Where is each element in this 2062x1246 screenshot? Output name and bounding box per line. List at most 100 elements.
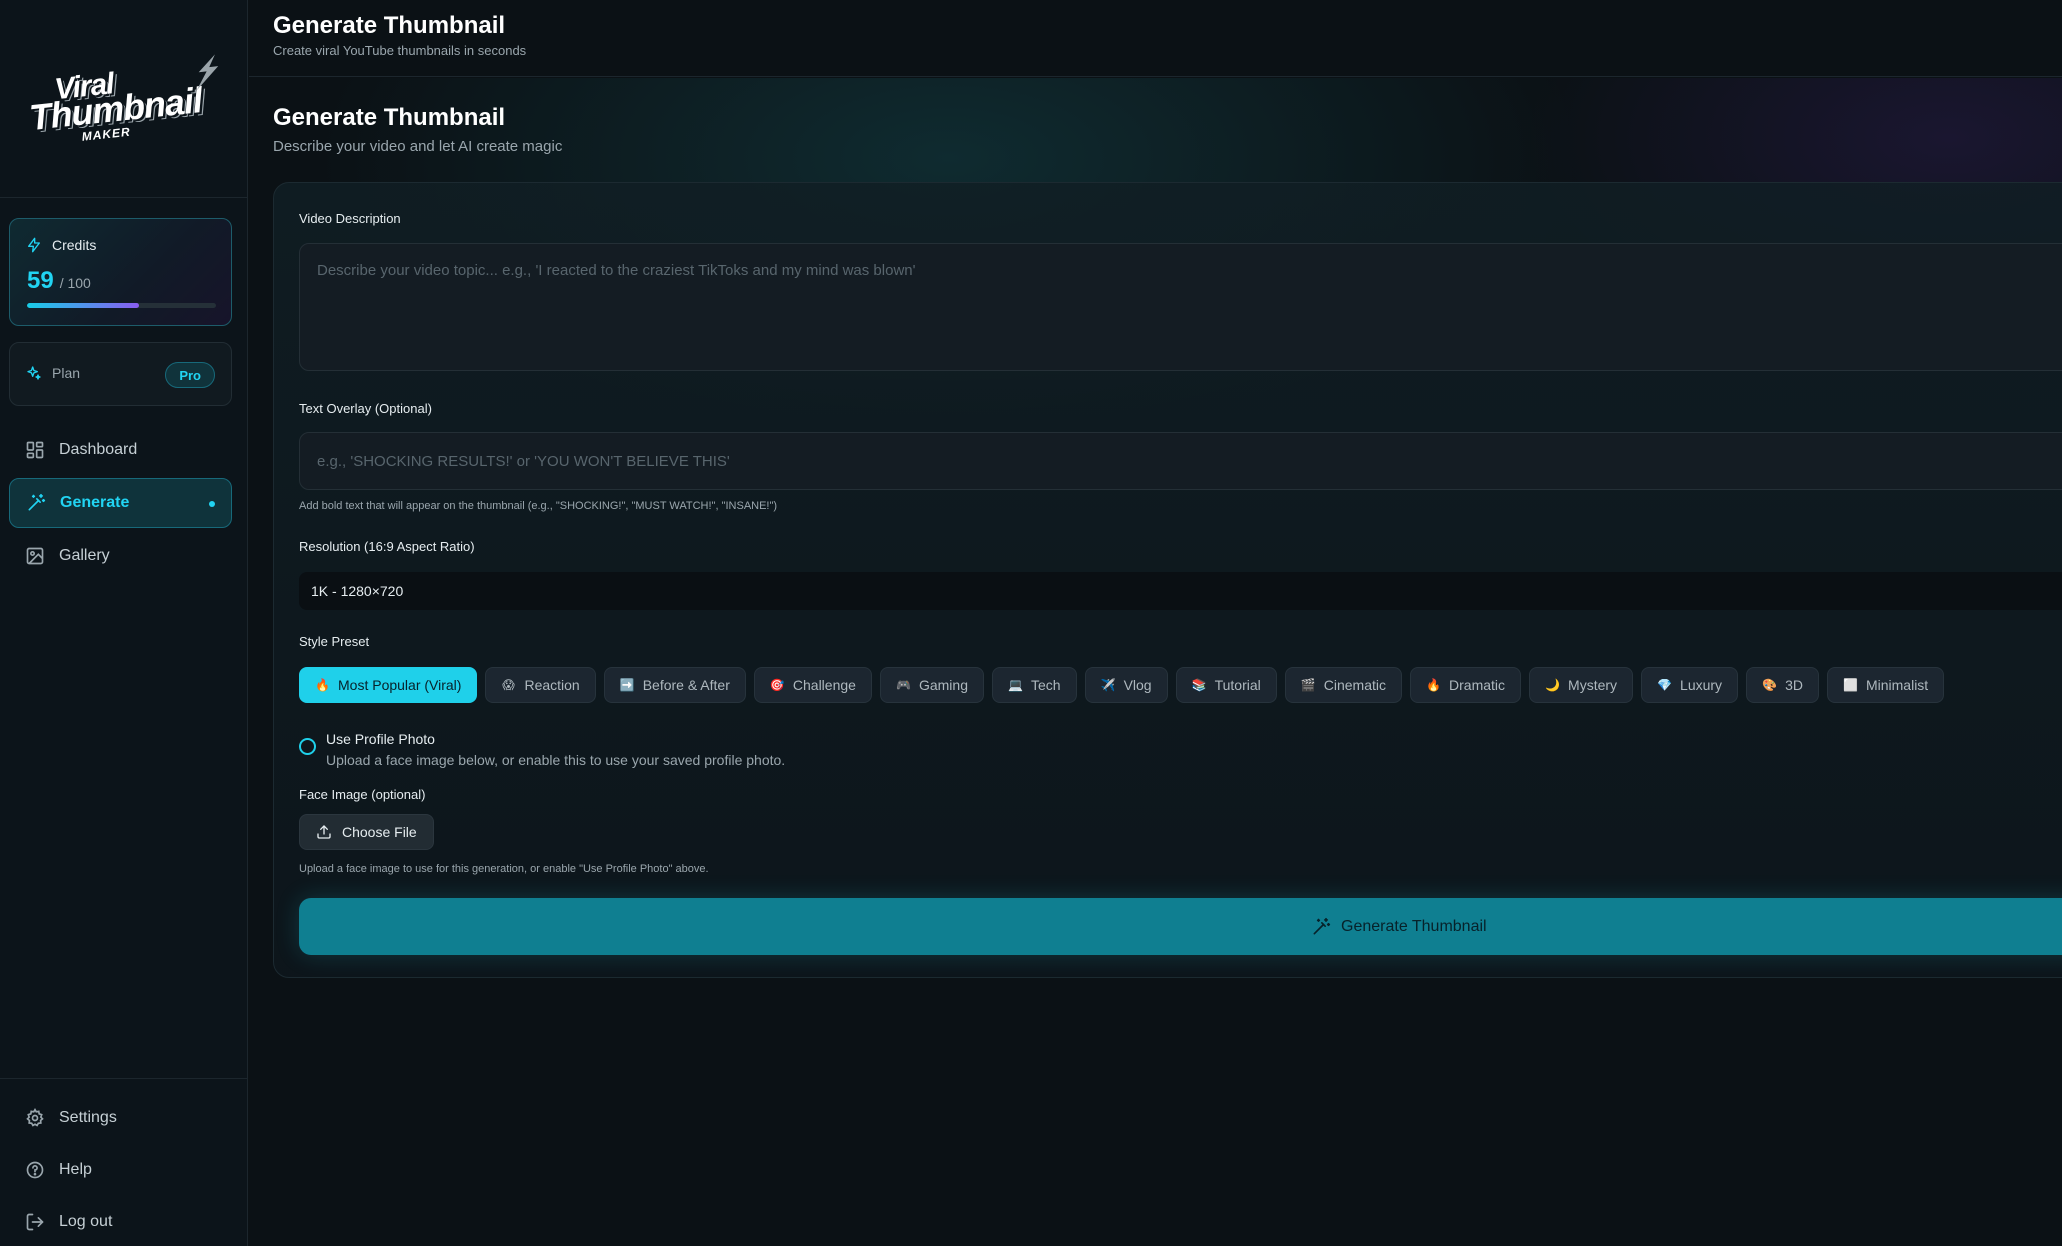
style-preset-chip[interactable]: ➡️ Before & After (603, 667, 746, 703)
preset-emoji-icon: 💻 (1007, 678, 1023, 692)
style-preset-list: 🔥 Most Popular (Viral) 😱 Reaction ➡️ Before &… (299, 667, 1945, 703)
style-preset-chip[interactable]: 🔥 Most Popular (Viral) (299, 667, 478, 703)
preset-label: Cinematic (1323, 677, 1387, 693)
preset-label: Reaction (524, 677, 580, 693)
generate-button-label: Generate Thumbnail (1341, 917, 1487, 935)
logo-area: Viral Thumbnail MAKER (0, 0, 248, 198)
preset-label: Challenge (792, 677, 856, 693)
style-preset-chip[interactable]: 🎮 Gaming (879, 667, 984, 703)
use-profile-photo-label: Use Profile Photo (326, 731, 435, 747)
face-image-label: Face Image (optional) (299, 787, 426, 802)
preset-emoji-icon: 🎬 (1300, 678, 1316, 692)
credits-progress-bar (27, 303, 216, 308)
choose-file-button[interactable]: Choose File (299, 814, 434, 850)
text-overlay-hint: Add bold text that will appear on the th… (299, 500, 778, 512)
nav-label: Dashboard (59, 441, 138, 458)
style-preset-chip[interactable]: 😱 Reaction (485, 667, 596, 703)
style-preset-chip[interactable]: 🎬 Cinematic (1284, 667, 1403, 703)
preset-emoji-icon: 📚 (1191, 678, 1207, 692)
preset-emoji-icon: 🔥 (1426, 678, 1441, 692)
preset-emoji-icon: ➡️ (619, 678, 635, 692)
gear-icon (26, 1108, 44, 1127)
preset-label: Gaming (918, 677, 968, 693)
style-preset-chip[interactable]: 📚 Tutorial (1175, 667, 1277, 703)
nav-label: Gallery (59, 547, 110, 564)
preset-label: Tutorial (1214, 677, 1261, 693)
preset-emoji-icon: 🎨 (1762, 678, 1778, 692)
nav-label: Settings (59, 1109, 117, 1126)
preset-emoji-icon: 😱 (502, 678, 515, 692)
plan-badge: Pro (165, 362, 215, 388)
active-indicator-dot (209, 501, 215, 507)
preset-emoji-icon: ⬜ (1842, 678, 1858, 692)
app-logo[interactable]: Viral Thumbnail MAKER (25, 54, 225, 144)
header-subtitle: Create viral YouTube thumbnails in secon… (273, 43, 527, 58)
style-preset-chip[interactable]: ✈️ Vlog (1084, 667, 1168, 703)
generate-thumbnail-button[interactable]: Generate Thumbnail (299, 898, 2062, 955)
preset-label: 3D (1785, 677, 1803, 693)
use-profile-photo-radio[interactable] (299, 738, 316, 755)
nav-label: Log out (59, 1213, 113, 1230)
nav-item-gallery[interactable]: Gallery (9, 531, 232, 581)
log-out-icon (26, 1213, 44, 1231)
preset-emoji-icon: ✈️ (1100, 678, 1116, 692)
preset-label: Dramatic (1449, 677, 1506, 693)
text-overlay-input[interactable]: e.g., 'SHOCKING RESULTS!' or 'YOU WON'T … (299, 432, 2062, 490)
upload-icon (317, 825, 331, 839)
nav-item-dashboard[interactable]: Dashboard (9, 425, 232, 475)
preset-label: Vlog (1123, 677, 1152, 693)
nav-item-help[interactable]: Help (9, 1145, 232, 1195)
style-preset-chip[interactable]: 🎯 Challenge (753, 667, 872, 703)
nav-item-logout[interactable]: Log out (9, 1197, 232, 1246)
plan-label: Plan (52, 365, 81, 381)
credits-header: Credits (26, 237, 96, 253)
credits-label: Credits (52, 237, 97, 253)
video-description-input[interactable]: Describe your video topic... e.g., 'I re… (299, 243, 2062, 371)
nav-label: Generate (60, 494, 130, 511)
preset-label: Most Popular (Viral) (338, 677, 462, 693)
style-preset-chip[interactable]: ⬜ Minimalist (1826, 667, 1945, 703)
sparkles-icon (27, 366, 41, 380)
text-overlay-label: Text Overlay (Optional) (299, 401, 432, 416)
nav-item-settings[interactable]: Settings (9, 1093, 232, 1143)
credits-progress-fill (27, 303, 139, 308)
style-preset-chip[interactable]: 🎨 3D (1746, 667, 1819, 703)
preset-emoji-icon: 🎮 (895, 678, 911, 692)
resolution-select[interactable]: 1K - 1280×720 (299, 572, 2062, 610)
preset-label: Mystery (1568, 677, 1618, 693)
credits-max: / 100 (59, 275, 91, 291)
preset-label: Minimalist (1865, 677, 1929, 693)
page-subtitle: Describe your video and let AI create ma… (273, 138, 563, 155)
header-title: Generate Thumbnail (273, 12, 506, 39)
credits-card: Credits 59 / 100 (9, 218, 232, 326)
magic-wand-icon (28, 493, 46, 511)
style-preset-chip[interactable]: 💎 Luxury (1641, 667, 1739, 703)
plan-header: Plan (26, 365, 80, 381)
generate-form: Video Description Describe your video to… (273, 182, 2062, 978)
bottom-nav: Settings Help Log out (0, 1078, 248, 1246)
bolt-icon (28, 237, 40, 253)
style-preset-chip[interactable]: 💻 Tech (991, 667, 1077, 703)
credits-count: 59 (27, 267, 54, 294)
use-profile-photo-description: Upload a face image below, or enable thi… (326, 752, 786, 768)
plan-card: Plan Pro (9, 342, 232, 406)
choose-file-label: Choose File (342, 824, 417, 840)
sidebar: Viral Thumbnail MAKER Credits 59 / 100 P… (0, 0, 248, 1246)
style-preset-chip[interactable]: 🔥 Dramatic (1410, 667, 1522, 703)
nav-label: Help (59, 1161, 92, 1178)
face-image-hint: Upload a face image to use for this gene… (299, 863, 709, 875)
grid-icon (26, 441, 44, 459)
style-preset-chip[interactable]: 🌙 Mystery (1529, 667, 1634, 703)
preset-label: Before & After (642, 677, 730, 693)
lightning-streak-icon (196, 54, 219, 91)
magic-wand-icon (1313, 917, 1331, 934)
image-icon (26, 547, 44, 565)
main-nav: Dashboard Generate Gallery (9, 425, 232, 584)
preset-emoji-icon: 🔥 (315, 678, 330, 692)
nav-item-generate[interactable]: Generate (9, 478, 232, 528)
page-title: Generate Thumbnail (273, 104, 506, 131)
resolution-label: Resolution (16:9 Aspect Ratio) (299, 539, 475, 554)
preset-emoji-icon: 💎 (1657, 678, 1672, 692)
generate-button-content: Generate Thumbnail (1311, 898, 1487, 955)
main-content: Generate Thumbnail Describe your video a… (249, 78, 2062, 1246)
